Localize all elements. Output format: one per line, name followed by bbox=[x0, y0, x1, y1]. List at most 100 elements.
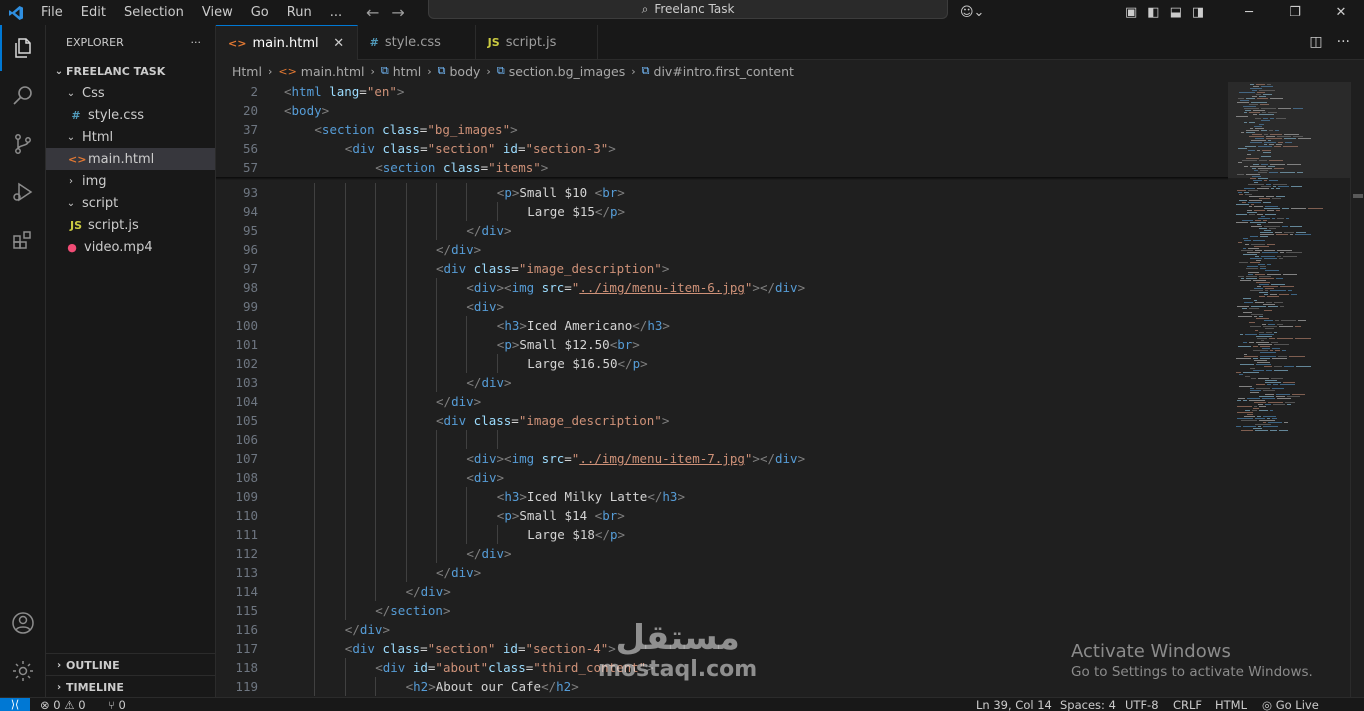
indentation[interactable]: Spaces: 4 bbox=[1060, 698, 1116, 711]
line-number: 99 bbox=[242, 299, 258, 314]
code-line[interactable]: 107 <div><img src="../img/menu-item-7.jpg… bbox=[216, 449, 1226, 468]
code-line[interactable]: 99 <div> bbox=[216, 297, 1226, 316]
code-line[interactable]: 114 </div> bbox=[216, 582, 1226, 601]
tree-item[interactable]: › img bbox=[46, 170, 215, 192]
tree-item[interactable]: ● video.mp4 bbox=[46, 236, 215, 258]
menu-go[interactable]: Go bbox=[242, 0, 278, 25]
close-window-button[interactable]: ✕ bbox=[1318, 0, 1364, 25]
minimap[interactable] bbox=[1228, 82, 1350, 697]
explorer-icon[interactable] bbox=[0, 25, 46, 71]
code-line[interactable]: 103 </div> bbox=[216, 373, 1226, 392]
code-line[interactable]: 110 <p>Small $14 <br> bbox=[216, 506, 1226, 525]
menu-view[interactable]: View bbox=[193, 0, 242, 25]
breadcrumb-item[interactable]: body bbox=[450, 64, 481, 79]
breadcrumb-item[interactable]: Html bbox=[232, 64, 262, 79]
cursor-position[interactable]: Ln 39, Col 14 bbox=[976, 698, 1052, 711]
code-line[interactable]: 101 <p>Small $12.50<br> bbox=[216, 335, 1226, 354]
code-line[interactable]: 100 <h3>Iced Americano</h3> bbox=[216, 316, 1226, 335]
code-token: br bbox=[602, 508, 618, 523]
copilot-icon[interactable]: ☺⌄ bbox=[960, 0, 984, 25]
toggle-panel-icon[interactable]: ⬓ bbox=[1170, 0, 1182, 25]
toggle-primary-sidebar-icon[interactable]: ◧ bbox=[1147, 0, 1159, 25]
code-line[interactable]: 112 </div> bbox=[216, 544, 1226, 563]
go-live-button[interactable]: ◎ Go Live bbox=[1262, 698, 1319, 711]
tree-item[interactable]: <> main.html bbox=[46, 148, 215, 170]
accounts-icon[interactable] bbox=[0, 600, 46, 646]
code-line[interactable]: 106 bbox=[216, 430, 1226, 449]
code-line[interactable]: 95 </div> bbox=[216, 221, 1226, 240]
settings-gear-icon[interactable] bbox=[0, 648, 46, 694]
sticky-scroll-line[interactable]: 37 <section class="bg_images"> bbox=[216, 120, 1226, 139]
run-debug-icon[interactable] bbox=[0, 169, 46, 215]
minimap-token bbox=[1292, 394, 1305, 395]
tree-item[interactable]: ⌄ script bbox=[46, 192, 215, 214]
code-editor[interactable]: 93 <p>Small $10 <br> 94 Large $15</p> 95 </di… bbox=[216, 82, 1350, 697]
menu-selection[interactable]: Selection bbox=[115, 0, 193, 25]
vertical-scrollbar[interactable] bbox=[1350, 82, 1364, 697]
sticky-scroll-line[interactable]: 20 <body> bbox=[216, 101, 1226, 120]
back-arrow-icon[interactable]: ← bbox=[366, 0, 379, 25]
extensions-icon[interactable] bbox=[0, 217, 46, 263]
more-actions-icon[interactable]: ··· bbox=[191, 36, 202, 49]
tree-item[interactable]: # style.css bbox=[46, 104, 215, 126]
code-line[interactable]: 111 Large $18</p> bbox=[216, 525, 1226, 544]
scrollbar-thumb[interactable] bbox=[1353, 194, 1363, 198]
code-line[interactable]: 94 Large $15</p> bbox=[216, 202, 1226, 221]
js-file-icon: JS bbox=[69, 218, 82, 232]
language-mode[interactable]: HTML bbox=[1215, 698, 1247, 711]
forward-arrow-icon[interactable]: → bbox=[391, 0, 404, 25]
tree-item[interactable]: JS script.js bbox=[46, 214, 215, 236]
menu-file[interactable]: File bbox=[32, 0, 72, 25]
code-line[interactable]: 104 </div> bbox=[216, 392, 1226, 411]
code-line[interactable]: 98 <div><img src="../img/menu-item-6.jpg"… bbox=[216, 278, 1226, 297]
code-line[interactable]: 102 Large $16.50</p> bbox=[216, 354, 1226, 373]
breadcrumb-item[interactable]: div#intro.first_content bbox=[654, 64, 794, 79]
source-control-icon[interactable] bbox=[0, 121, 46, 167]
element-symbol-icon: ⧉ bbox=[496, 64, 505, 77]
search-view-icon[interactable] bbox=[0, 73, 46, 119]
toggle-secondary-sidebar-icon[interactable]: ◨ bbox=[1192, 0, 1204, 25]
code-line[interactable]: 105 <div class="image_description"> bbox=[216, 411, 1226, 430]
code-line[interactable]: 93 <p>Small $10 <br> bbox=[216, 183, 1226, 202]
problems-count[interactable]: ⊗ 0 ⚠ 0 bbox=[40, 698, 86, 711]
code-token: > bbox=[382, 622, 390, 637]
tree-item[interactable]: ⌄ Html bbox=[46, 126, 215, 148]
code-line[interactable]: 97 <div class="image_description"> bbox=[216, 259, 1226, 278]
code-line[interactable]: 108 <div> bbox=[216, 468, 1226, 487]
encoding[interactable]: UTF-8 bbox=[1125, 698, 1159, 711]
remote-indicator-icon[interactable]: ⟩⟨ bbox=[0, 698, 30, 711]
menu-more[interactable]: ... bbox=[321, 0, 351, 25]
more-actions-icon[interactable]: ··· bbox=[1337, 25, 1350, 60]
breadcrumb-item[interactable]: section.bg_images bbox=[509, 64, 626, 79]
end-of-line[interactable]: CRLF bbox=[1173, 698, 1202, 711]
minimize-button[interactable]: ─ bbox=[1226, 0, 1272, 25]
code-text: </div> bbox=[406, 582, 451, 601]
command-center-search[interactable]: ⌕ Freelanc Task bbox=[428, 0, 948, 19]
minimap-token bbox=[1252, 410, 1257, 411]
menu-edit[interactable]: Edit bbox=[72, 0, 115, 25]
code-token: div bbox=[481, 223, 505, 238]
minimap-viewport[interactable] bbox=[1228, 82, 1350, 178]
outline-section[interactable]: › OUTLINE bbox=[46, 654, 216, 676]
code-line[interactable]: 113 </div> bbox=[216, 563, 1226, 582]
project-folder-header[interactable]: ⌄ FREELANC TASK bbox=[46, 60, 215, 82]
sticky-scroll-line[interactable]: 57 <section class="items"> bbox=[216, 158, 1226, 177]
ports-count[interactable]: ⑂ 0 bbox=[108, 698, 126, 711]
code-line[interactable]: 109 <h3>Iced Milky Latte</h3> bbox=[216, 487, 1226, 506]
sticky-scroll-line[interactable]: 2 <html lang="en"> bbox=[216, 82, 1226, 101]
tab-style-css[interactable]: # style.css bbox=[358, 25, 476, 60]
code-line[interactable]: 96 </div> bbox=[216, 240, 1226, 259]
restore-button[interactable]: ❐ bbox=[1272, 0, 1318, 25]
breadcrumb-item[interactable]: main.html bbox=[301, 64, 365, 79]
sticky-scroll-line[interactable]: 56 <div class="section" id="section-3"> bbox=[216, 139, 1226, 158]
timeline-section[interactable]: › TIMELINE bbox=[46, 676, 216, 698]
tab-main-html[interactable]: <> main.html ✕ bbox=[216, 25, 358, 60]
minimap-token bbox=[1247, 398, 1260, 399]
breadcrumb-item[interactable]: html bbox=[393, 64, 421, 79]
close-icon[interactable]: ✕ bbox=[331, 36, 347, 51]
tree-item[interactable]: ⌄ Css bbox=[46, 82, 215, 104]
tab-script-js[interactable]: JS script.js bbox=[476, 25, 598, 60]
customize-layout-icon[interactable]: ▣ bbox=[1125, 0, 1137, 25]
split-editor-icon[interactable]: ◫ bbox=[1309, 25, 1322, 60]
menu-run[interactable]: Run bbox=[278, 0, 321, 25]
